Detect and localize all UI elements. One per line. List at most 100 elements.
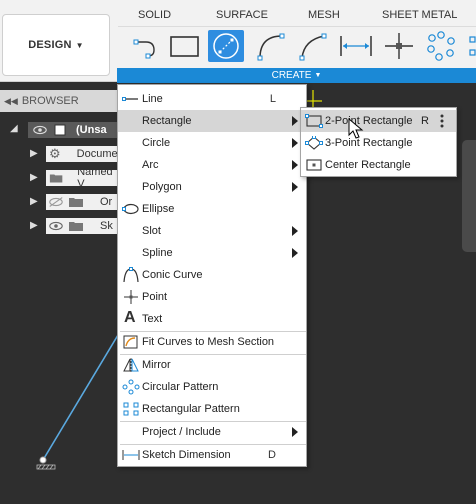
sketch-line [42, 334, 119, 461]
menu-item-label: Line [142, 93, 163, 105]
menu-item-rectangle[interactable]: Rectangle [118, 110, 306, 132]
submenu-arrow-icon [292, 182, 298, 192]
arc-tool-button[interactable] [254, 30, 290, 62]
menu-item-sketch-dimension[interactable]: Sketch Dimension D [118, 444, 306, 466]
tab-mesh[interactable]: MESH [308, 9, 340, 21]
design-workspace-button[interactable]: DESIGN ▼ [2, 14, 110, 76]
submenu-item-center-rectangle[interactable]: Center Rectangle [301, 154, 456, 176]
tab-solid[interactable]: SOLID [138, 9, 171, 21]
menu-item-arc[interactable]: Arc [118, 154, 306, 176]
rectangle-tool-button[interactable] [166, 30, 202, 62]
menu-item-ellipse[interactable]: Ellipse [118, 198, 306, 220]
menu-item-conic-curve[interactable]: Conic Curve [118, 264, 306, 286]
submenu-item-2-point-rectangle[interactable]: 2-Point Rectangle R [301, 110, 456, 132]
browser-item-named-views[interactable]: Named V [46, 170, 118, 186]
center-rectangle-icon [306, 159, 322, 171]
menu-item-label: Point [142, 291, 168, 303]
ground-constraint-icon [36, 464, 56, 470]
menu-item-spline[interactable]: Spline [118, 242, 306, 264]
menu-item-rectangular-pattern[interactable]: Rectangular Pattern [118, 398, 306, 420]
folder-icon [69, 222, 83, 231]
conic-curve-icon [123, 267, 139, 283]
three-point-arc-tool-button[interactable] [298, 30, 334, 62]
menu-item-label: Slot [142, 225, 161, 237]
browser-item-label: Or [100, 196, 113, 208]
mouse-cursor-icon [348, 118, 364, 139]
dimension-tool-button[interactable] [338, 30, 374, 62]
tab-sheet-metal[interactable]: SHEET METAL [382, 9, 457, 21]
browser-item-sketches[interactable]: Sk [46, 218, 118, 234]
tab-divider [118, 26, 476, 27]
circle-tool-button[interactable] [208, 30, 244, 62]
constraint-tool-button[interactable] [381, 30, 417, 62]
create-dropdown-menu: Line L Rectangle Circle Arc Polygon Elli… [117, 84, 307, 467]
submenu-arrow-icon [292, 160, 298, 170]
fit-curves-icon [123, 335, 138, 349]
browser-item-origin[interactable]: Or [46, 194, 118, 210]
expand-right-icon[interactable]: ▶ [30, 172, 40, 186]
browser-item-label: Docume [76, 148, 118, 160]
rectangular-pattern-icon [123, 402, 139, 416]
design-label: DESIGN [28, 39, 72, 51]
tab-surface[interactable]: SURFACE [216, 9, 268, 21]
submenu-item-label: 3-Point Rectangle [325, 137, 413, 149]
component-icon [54, 124, 66, 136]
menu-item-label: Rectangular Pattern [142, 403, 240, 415]
menu-item-polygon[interactable]: Polygon [118, 176, 306, 198]
hidden-eye-icon[interactable] [48, 196, 64, 208]
point-icon [124, 290, 138, 304]
menu-item-project-include[interactable]: Project / Include [118, 421, 306, 443]
two-point-rectangle-icon [305, 114, 323, 128]
submenu-arrow-icon [292, 226, 298, 236]
submenu-arrow-icon [292, 248, 298, 258]
menu-item-line[interactable]: Line L [118, 88, 306, 110]
browser-root-item[interactable]: (Unsa [28, 122, 118, 138]
menu-item-label: Conic Curve [142, 269, 203, 281]
submenu-item-3-point-rectangle[interactable]: 3-Point Rectangle [301, 132, 456, 154]
expand-right-icon[interactable]: ▶ [30, 196, 40, 210]
three-point-rectangle-icon [305, 136, 323, 150]
more-options-icon[interactable] [440, 113, 444, 129]
browser-header[interactable]: ◀◀ BROWSER [0, 90, 118, 112]
browser-item-document-settings[interactable]: ⚙ Docume [46, 146, 118, 162]
menu-item-label: Fit Curves to Mesh Section [142, 336, 275, 348]
text-icon: A [124, 309, 136, 326]
create-menu-button[interactable]: CREATE ▼ [117, 68, 476, 83]
menu-item-label: Spline [142, 247, 173, 259]
browser-item-label: Named V [77, 170, 113, 186]
menu-item-label: Rectangle [142, 115, 192, 127]
menu-item-label: Circle [142, 137, 171, 149]
browser-title: BROWSER [21, 95, 79, 107]
eye-icon[interactable] [32, 124, 48, 136]
menu-item-mirror[interactable]: Mirror [118, 354, 306, 376]
circular-pattern-tool-button[interactable] [423, 30, 459, 62]
toolbar: DESIGN ▼ SOLID SURFACE MESH SHEET METAL [0, 0, 476, 83]
more-tools-button[interactable] [463, 30, 476, 62]
expand-right-icon[interactable]: ▶ [30, 220, 40, 234]
menu-item-circle[interactable]: Circle [118, 132, 306, 154]
menu-item-fit-curves[interactable]: Fit Curves to Mesh Section [118, 331, 306, 353]
expand-down-icon[interactable]: ◢ [10, 123, 20, 137]
sketch-dimension-icon [122, 450, 140, 460]
circle-tool-icon [213, 33, 239, 59]
canvas-side-panel[interactable] [462, 140, 476, 252]
create-label: CREATE [271, 70, 312, 81]
menu-item-label: Polygon [142, 181, 182, 193]
arc-tool-icon [257, 33, 285, 61]
line-icon [122, 97, 138, 101]
shortcut-label: L [269, 93, 276, 105]
menu-item-circular-pattern[interactable]: Circular Pattern [118, 376, 306, 398]
line-tool-button[interactable] [128, 30, 164, 62]
circular-pattern-icon [122, 379, 140, 395]
menu-item-text[interactable]: A Text [118, 308, 306, 330]
expand-right-icon[interactable]: ▶ [30, 148, 40, 162]
menu-item-slot[interactable]: Slot [118, 220, 306, 242]
menu-item-label: Text [142, 313, 163, 325]
submenu-item-label: Center Rectangle [325, 159, 411, 171]
folder-icon [49, 174, 63, 183]
dimension-tool-icon [340, 36, 372, 56]
eye-icon[interactable] [48, 220, 64, 232]
submenu-item-label: 2-Point Rectangle [325, 115, 413, 127]
collapse-arrow-icon[interactable]: ◀◀ [4, 96, 18, 107]
menu-item-point[interactable]: Point [118, 286, 306, 308]
